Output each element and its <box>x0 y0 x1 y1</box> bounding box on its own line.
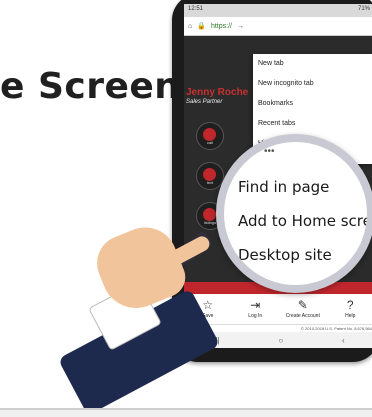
login-icon: ⇥ <box>250 298 261 312</box>
menu-item-bookmarks[interactable]: Bookmarks <box>253 94 372 114</box>
url-field[interactable]: https:// <box>211 23 232 30</box>
nav-create-label: Create Account <box>285 313 320 319</box>
status-battery: 71% <box>357 6 370 12</box>
floor-strip <box>0 410 372 417</box>
contact-role: Sales Partner <box>186 99 223 105</box>
call-button[interactable]: call <box>196 122 224 150</box>
menu-item-add-to-home-screen[interactable]: Add to Home screen <box>238 212 367 230</box>
back-icon[interactable]: ‹ <box>342 336 345 345</box>
nav-login-label: Log In <box>248 313 263 319</box>
menu-item-new-incognito-tab[interactable]: New incognito tab <box>253 74 372 94</box>
text-label: text <box>206 180 214 185</box>
status-bar: 12:51 71% <box>184 4 372 17</box>
menu-item-desktop-site[interactable]: Desktop site <box>238 246 332 264</box>
more-icon: ••• <box>264 146 275 157</box>
copyright-text: © 2010-2018 U.S. Patent No. 8,676,564 <box>301 326 372 331</box>
lock-icon: 🔒 <box>197 23 206 30</box>
status-time: 12:51 <box>188 6 204 12</box>
menu-item-find-in-page[interactable]: Find in page <box>238 178 329 196</box>
home-button-icon[interactable]: ○ <box>278 336 283 345</box>
forward-icon[interactable]: → <box>237 23 244 30</box>
menu-item-new-tab[interactable]: New tab <box>253 54 372 74</box>
menu-item-recent-tabs[interactable]: Recent tabs <box>253 114 372 134</box>
help-icon: ? <box>346 298 354 312</box>
create-account-icon: ✎ <box>297 298 308 312</box>
browser-toolbar: ⌂ 🔒 https:// → <box>184 17 372 36</box>
magnifying-glass: ••• Find in page Add to Home screen Desk… <box>216 134 372 293</box>
contact-name: Jenny Roche <box>186 87 249 98</box>
home-icon[interactable]: ⌂ <box>188 23 192 30</box>
call-label: call <box>206 140 213 145</box>
nav-help-label: Help <box>345 313 356 319</box>
